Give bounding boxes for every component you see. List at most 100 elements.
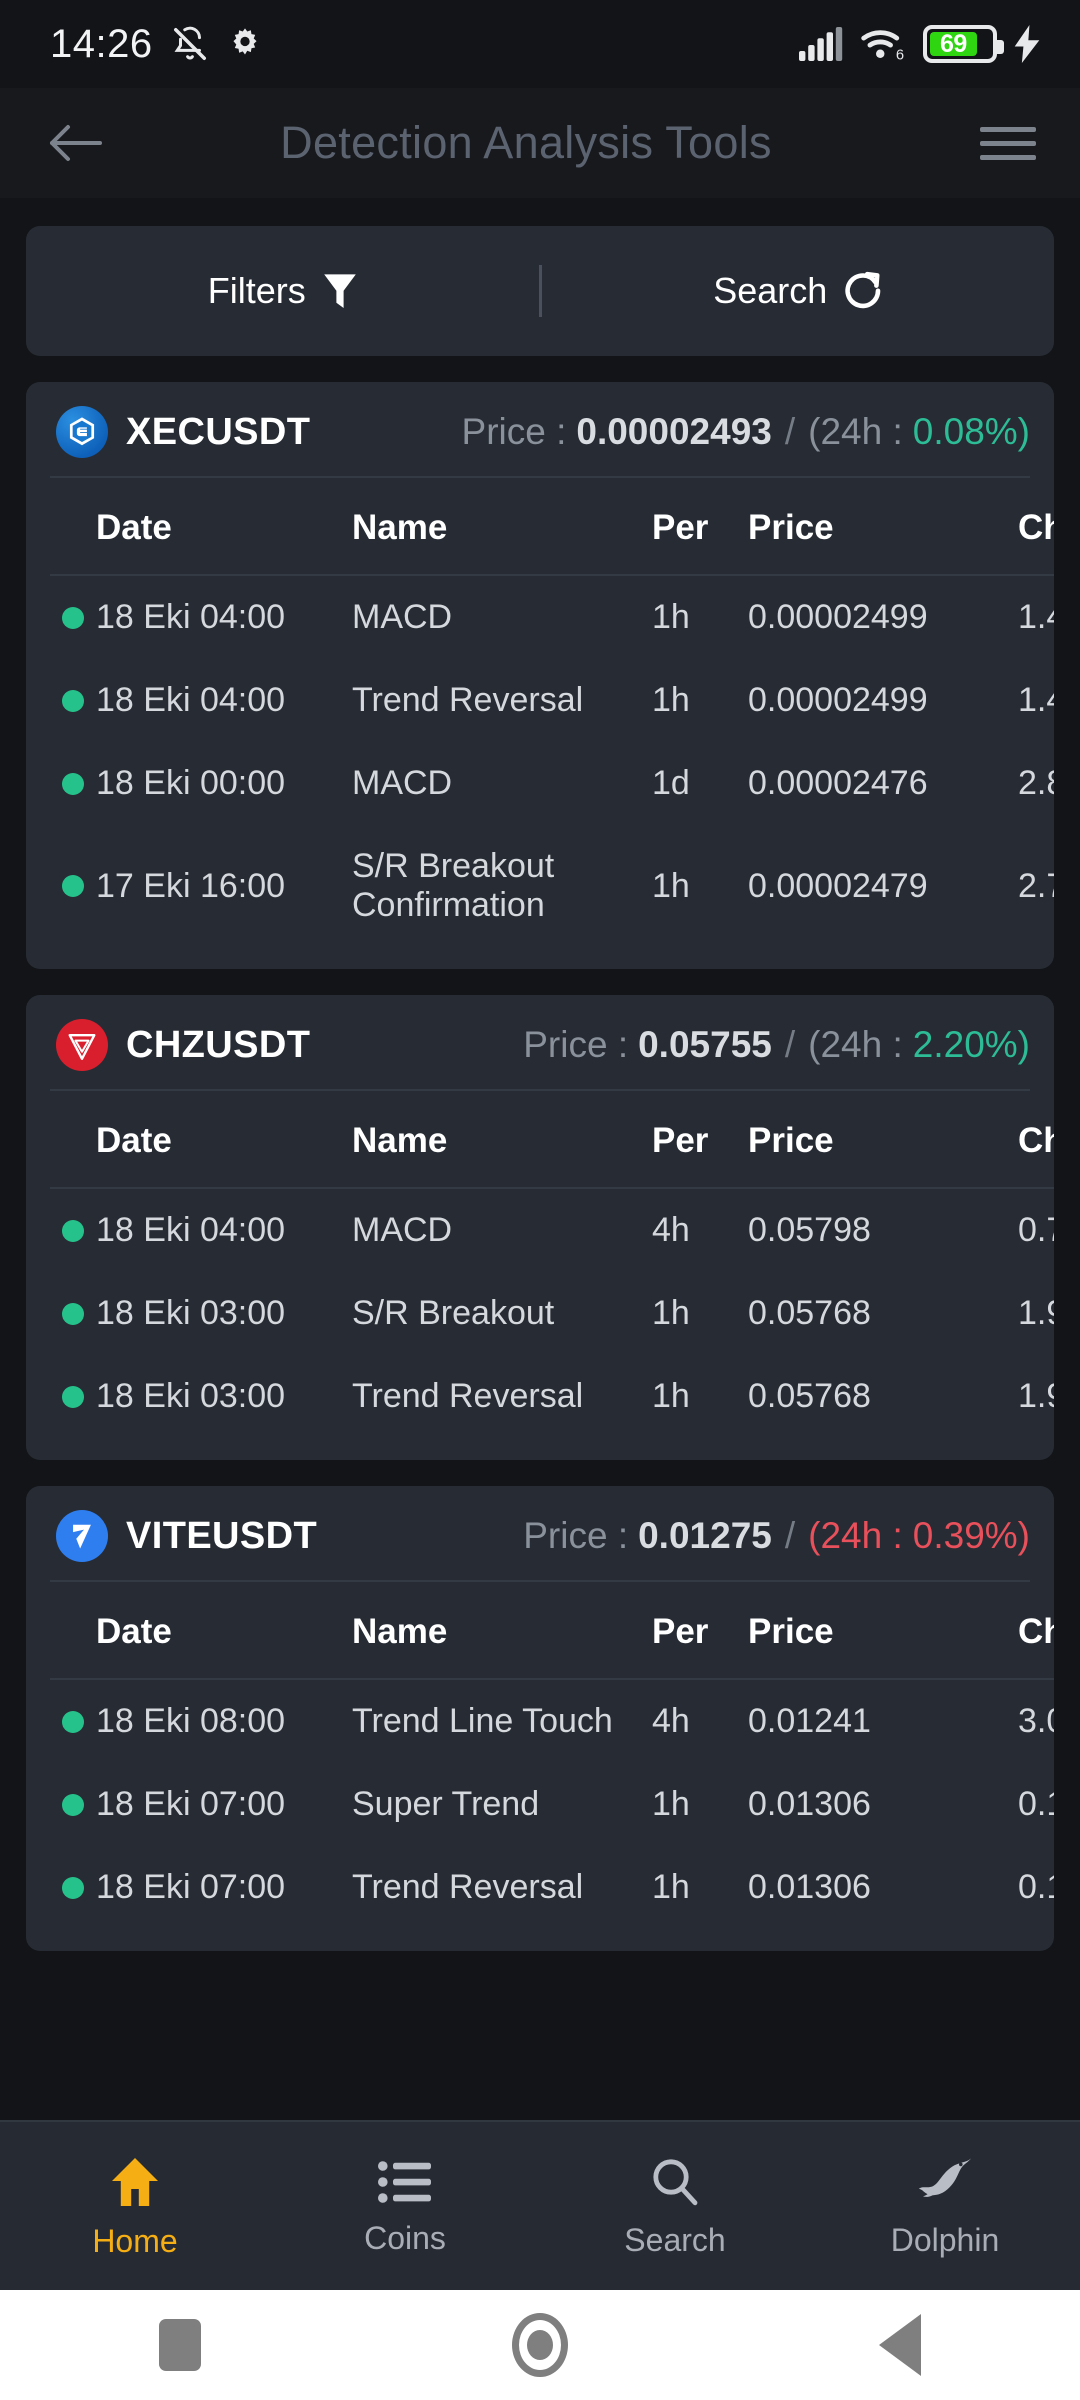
header-name[interactable]: Name xyxy=(352,1582,652,1680)
signal-dot-icon xyxy=(62,1219,84,1242)
coin-price-block: Price : 0.00002493 / (24h : 0.08%) xyxy=(462,411,1030,453)
funnel-icon xyxy=(323,272,357,310)
signal-dot-icon xyxy=(62,1710,84,1733)
detections-table: Date Name Per Price Cha 18 Eki 08:00 Tre… xyxy=(50,1582,1054,1929)
battery-icon: 69 xyxy=(923,25,1004,63)
xec-logo-icon xyxy=(56,406,108,458)
table-row[interactable]: 18 Eki 08:00 Trend Line Touch 4h 0.01241… xyxy=(50,1679,1054,1763)
signal-dot-icon xyxy=(62,1385,84,1408)
cell-period: 1h xyxy=(652,1377,690,1415)
cell-name: MACD xyxy=(352,1211,453,1249)
table-header-row: Date Name Per Price Cha xyxy=(50,478,1054,576)
signal-icon xyxy=(799,27,843,61)
back-button[interactable] xyxy=(765,2314,1035,2376)
cell-period: 1d xyxy=(652,764,690,802)
recents-button[interactable] xyxy=(45,2319,315,2371)
table-header-row: Date Name Per Price Cha xyxy=(50,1582,1054,1680)
cell-date: 18 Eki 00:00 xyxy=(50,742,352,825)
change-prefix: (24h : xyxy=(808,1515,903,1556)
status-bar-left: 14:26 xyxy=(50,22,263,67)
change-prefix: (24h : xyxy=(808,411,903,452)
header-change[interactable]: Cha xyxy=(1018,1582,1054,1680)
coin-card-header: CHZUSDT Price : 0.05755 / (24h : 2.20%) xyxy=(50,995,1030,1091)
header-date[interactable]: Date xyxy=(50,1582,352,1680)
coin-card[interactable]: XECUSDT Price : 0.00002493 / (24h : 0.08… xyxy=(26,382,1054,969)
table-row[interactable]: 18 Eki 07:00 Super Trend 1h 0.01306 0.1 xyxy=(50,1763,1054,1846)
cell-name: Trend Line Touch xyxy=(352,1702,613,1740)
table-row[interactable]: 17 Eki 16:00 S/R Breakout Confirmation 1… xyxy=(50,825,1054,947)
table-row[interactable]: 18 Eki 03:00 S/R Breakout 1h 0.05768 1.9 xyxy=(50,1272,1054,1355)
gear-icon xyxy=(227,26,263,62)
header-price[interactable]: Price xyxy=(748,1582,1018,1680)
price-label: Price : xyxy=(461,411,567,452)
cell-period: 1h xyxy=(652,1785,690,1823)
back-arrow-icon[interactable] xyxy=(48,121,102,165)
price-label: Price : xyxy=(523,1515,629,1556)
table-row[interactable]: 18 Eki 04:00 Trend Reversal 1h 0.0000249… xyxy=(50,659,1054,742)
header-name[interactable]: Name xyxy=(352,1091,652,1189)
circle-icon xyxy=(512,2313,568,2377)
table-row[interactable]: 18 Eki 04:00 MACD 1h 0.00002499 1.4 xyxy=(50,575,1054,659)
hamburger-menu-icon[interactable] xyxy=(980,126,1036,160)
header-period[interactable]: Per xyxy=(652,478,748,576)
coin-symbol: XECUSDT xyxy=(126,410,311,453)
home-button[interactable] xyxy=(405,2313,675,2377)
detections-table-scroll[interactable]: Date Name Per Price Cha 18 Eki 08:00 Tre… xyxy=(26,1582,1054,1929)
detections-table-scroll[interactable]: Date Name Per Price Cha 18 Eki 04:00 MAC… xyxy=(26,1091,1054,1438)
cell-date: 18 Eki 03:00 xyxy=(50,1355,352,1438)
cell-change: 1.9 xyxy=(1018,1377,1054,1415)
nav-label-home: Home xyxy=(92,2222,178,2259)
cell-change: 2.8 xyxy=(1018,764,1054,802)
cell-price: 0.01306 xyxy=(748,1868,871,1906)
cell-name: MACD xyxy=(352,764,453,802)
header-date[interactable]: Date xyxy=(50,1091,352,1189)
cell-name: S/R Breakout Confirmation xyxy=(352,847,555,924)
cell-date: 18 Eki 08:00 xyxy=(50,1679,352,1763)
table-row[interactable]: 18 Eki 00:00 MACD 1d 0.00002476 2.8 xyxy=(50,742,1054,825)
header-price[interactable]: Price xyxy=(748,478,1018,576)
main-content: Filters Search XECUSDT Price: 0.0000249… xyxy=(0,198,1080,2120)
signal-dot-icon xyxy=(62,1302,84,1325)
search-button[interactable]: Search xyxy=(542,226,1055,356)
header-name[interactable]: Name xyxy=(352,478,652,576)
cell-price: 0.05768 xyxy=(748,1294,871,1332)
coin-card[interactable]: CHZUSDT Price : 0.05755 / (24h : 2.20%) … xyxy=(26,995,1054,1460)
list-icon xyxy=(378,2158,432,2206)
price-separator: / xyxy=(784,1024,796,1065)
price-value: 0.00002493 xyxy=(576,411,772,452)
nav-label-coins: Coins xyxy=(364,2219,446,2256)
header-change[interactable]: Cha xyxy=(1018,1091,1054,1189)
header-date[interactable]: Date xyxy=(50,478,352,576)
detections-table: Date Name Per Price Cha 18 Eki 04:00 MAC… xyxy=(50,478,1054,947)
android-navigation-bar xyxy=(0,2290,1080,2400)
status-badge: 2.20%) xyxy=(912,1024,1030,1065)
nav-item-home[interactable]: Home xyxy=(0,2145,270,2260)
cell-date: 18 Eki 04:00 xyxy=(50,1188,352,1272)
change-prefix: (24h : xyxy=(808,1024,903,1065)
triangle-icon xyxy=(879,2314,921,2376)
home-icon xyxy=(108,2155,162,2209)
header-period[interactable]: Per xyxy=(652,1582,748,1680)
header-price[interactable]: Price xyxy=(748,1091,1018,1189)
wifi-icon: 6 xyxy=(860,26,906,62)
header-period[interactable]: Per xyxy=(652,1091,748,1189)
header-change[interactable]: Cha xyxy=(1018,478,1054,576)
detections-table-scroll[interactable]: Date Name Per Price Cha 18 Eki 04:00 MAC… xyxy=(26,478,1054,947)
nav-item-search[interactable]: Search xyxy=(540,2146,810,2259)
price-value: 0.05755 xyxy=(638,1024,772,1065)
filters-button[interactable]: Filters xyxy=(26,226,539,356)
cell-price: 0.00002499 xyxy=(748,681,928,719)
coin-card[interactable]: VITEUSDT Price : 0.01275 / (24h : 0.39%)… xyxy=(26,1486,1054,1951)
cell-price: 0.05768 xyxy=(748,1377,871,1415)
page-title: Detection Analysis Tools xyxy=(280,117,772,168)
table-row[interactable]: 18 Eki 07:00 Trend Reversal 1h 0.01306 0… xyxy=(50,1846,1054,1929)
cell-change: 1.4 xyxy=(1018,681,1054,719)
nav-item-coins[interactable]: Coins xyxy=(270,2148,540,2257)
table-row[interactable]: 18 Eki 04:00 MACD 4h 0.05798 0.7 xyxy=(50,1188,1054,1272)
cell-name: Trend Reversal xyxy=(352,1377,584,1415)
vite-logo-icon xyxy=(56,1510,108,1562)
table-row[interactable]: 18 Eki 03:00 Trend Reversal 1h 0.05768 1… xyxy=(50,1355,1054,1438)
cell-date: 18 Eki 04:00 xyxy=(50,575,352,659)
nav-item-dolphin[interactable]: Dolphin xyxy=(810,2146,1080,2259)
magnifier-icon xyxy=(649,2156,701,2208)
